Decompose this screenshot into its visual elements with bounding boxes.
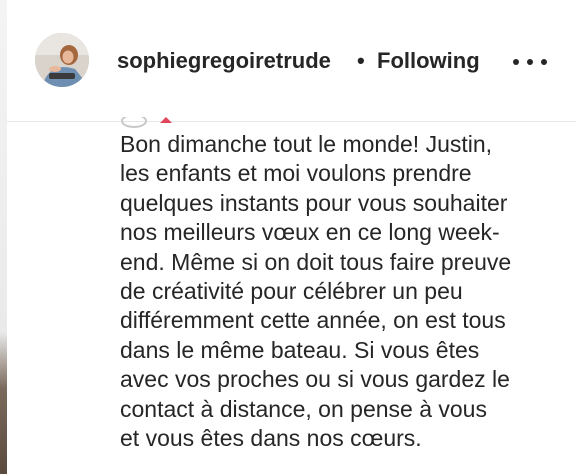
caption-line: avec vos proches ou si vous gardez le bbox=[120, 366, 510, 393]
caption-line: end. Même si on doit tous faire preuve bbox=[120, 248, 512, 275]
post-caption: Bon dimanche tout le monde! Justin, les … bbox=[120, 130, 568, 453]
emoji-partial bbox=[118, 116, 198, 128]
more-options-icon[interactable] bbox=[513, 55, 547, 69]
instagram-post-panel: sophiegregoiretrude • Following Bon dima… bbox=[0, 0, 576, 474]
username-link[interactable]: sophiegregoiretrude bbox=[117, 48, 349, 74]
post-header: sophiegregoiretrude • Following bbox=[7, 0, 576, 122]
following-button[interactable]: Following bbox=[377, 48, 480, 74]
caption-line: quelques instants pour vous souhaiter bbox=[120, 189, 508, 216]
caption-line: nos meilleurs vœux en ce long week- bbox=[120, 219, 500, 246]
background-photo-edge bbox=[0, 0, 7, 474]
avatar-photo bbox=[35, 33, 89, 87]
emoji-icons bbox=[121, 116, 172, 128]
caption-line: différemment cette année, on est tous bbox=[120, 307, 506, 334]
caption-line: et vous êtes dans nos cœurs. bbox=[120, 425, 422, 452]
caption-line: les enfants et moi voulons prendre bbox=[120, 160, 472, 187]
caption-line: de créativité pour célébrer un peu bbox=[120, 278, 463, 305]
separator-dot: • bbox=[357, 48, 365, 73]
caption-line: contact à distance, on pense à vous bbox=[120, 395, 487, 422]
avatar[interactable] bbox=[35, 33, 89, 87]
caption-line: dans le même bateau. Si vous êtes bbox=[120, 336, 480, 363]
caption-line: Bon dimanche tout le monde! Justin, bbox=[120, 131, 493, 157]
